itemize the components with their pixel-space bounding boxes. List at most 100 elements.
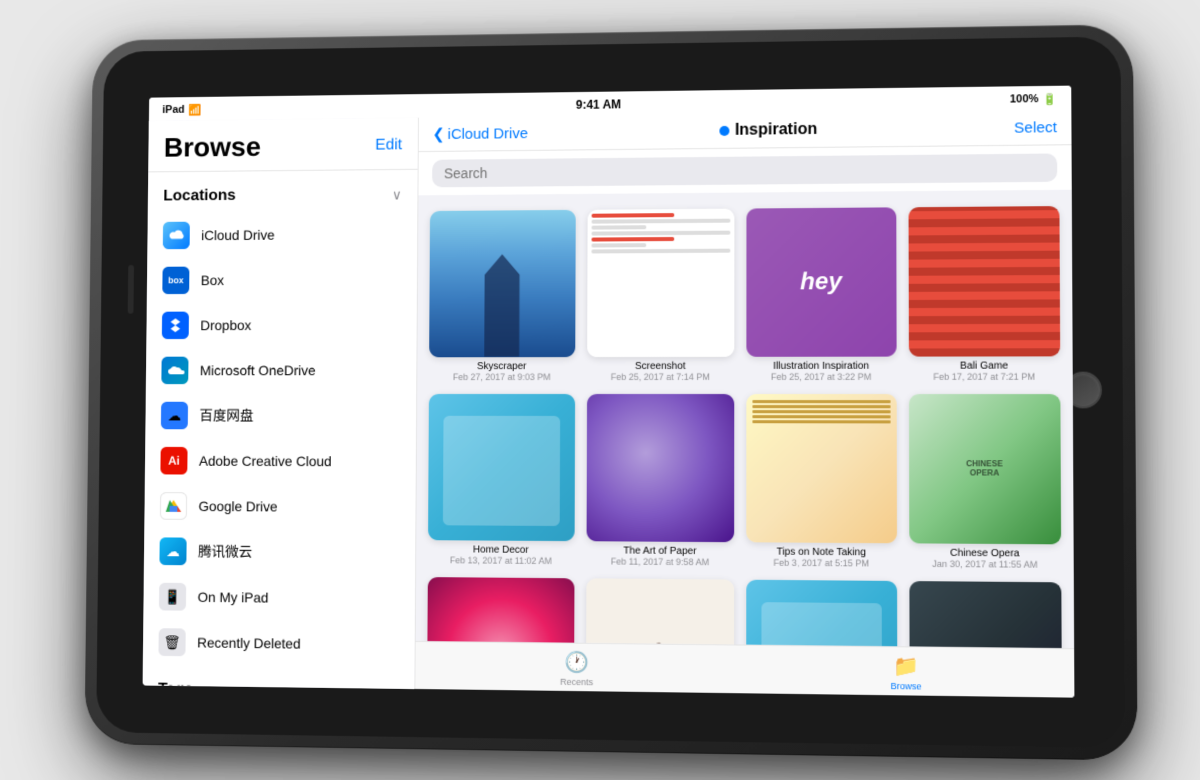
grid-item-home-decor[interactable]: Home Decor Feb 13, 2017 at 11:02 AM <box>428 393 575 566</box>
gdrive-icon <box>160 492 187 520</box>
wifi-icon: 📶 <box>188 103 201 116</box>
bali-thumb <box>908 206 1060 356</box>
opera-label: Chinese Opera <box>950 548 1020 560</box>
baidu-icon: ☁ <box>161 402 188 430</box>
search-input[interactable] <box>432 153 1057 187</box>
sidebar: Browse Edit Locations ∨ <box>143 118 419 689</box>
grid-item-park-sketch[interactable]: Park Sketch Jan 21, 2017 at 5:35 PM <box>585 578 734 648</box>
trash-label: Recently Deleted <box>197 635 301 652</box>
paper-thumb <box>586 393 734 542</box>
grid-item-skyscraper[interactable]: Skyscraper Feb 27, 2017 at 9:03 PM <box>429 210 575 382</box>
skyscraper-label: Skyscraper <box>477 361 526 372</box>
skyscraper-date: Feb 27, 2017 at 9:03 PM <box>453 372 551 382</box>
tab-browse[interactable]: 📁 Browse <box>740 652 1074 694</box>
jewelry-thumb <box>909 581 1062 648</box>
box-icon: box <box>162 267 189 294</box>
dropbox-icon <box>162 312 189 339</box>
tencent-label: 腾讯微云 <box>198 542 252 562</box>
sidebar-item-gdrive[interactable]: Google Drive <box>144 483 415 530</box>
icloud-icon <box>163 222 190 249</box>
illustration-date: Feb 25, 2017 at 3:22 PM <box>771 371 872 381</box>
bali-date: Feb 17, 2017 at 7:21 PM <box>933 371 1035 381</box>
opera-date: Jan 30, 2017 at 11:55 AM <box>932 559 1037 570</box>
browse-icon: 📁 <box>893 653 919 679</box>
sidebar-item-adobe[interactable]: Ai Adobe Creative Cloud <box>145 438 416 484</box>
scene: iPad 📶 9:41 AM 100% 🔋 Browse <box>50 20 1150 760</box>
sidebar-header: Browse Edit <box>148 118 418 173</box>
ipad-storage-icon: 📱 <box>159 583 186 611</box>
edit-button[interactable]: Edit <box>375 137 402 155</box>
onedrive-label: Microsoft OneDrive <box>200 362 316 378</box>
illustrations-thumb <box>746 580 897 648</box>
sidebar-item-trash[interactable]: 🗑 Recently Deleted <box>143 619 415 668</box>
tencent-icon: ☁ <box>159 537 186 565</box>
browse-title: Browse <box>164 131 261 163</box>
side-button[interactable] <box>128 265 134 314</box>
grid-item-pink-leaf[interactable]: Pink Leaf Jan 28, 2017 at 3:09 PM <box>427 577 574 648</box>
grid-item-illustrations[interactable]: Illustrations Jan 17, 2017 at 1:36 PM <box>746 580 897 648</box>
ipad-screen: iPad 📶 9:41 AM 100% 🔋 Browse <box>143 86 1075 698</box>
grid-item-jewelry[interactable]: Modern Jewelry Jan 14, 2017 at 9:02 AM <box>909 581 1062 648</box>
nav-back[interactable]: ❮ iCloud Drive <box>432 124 528 143</box>
illustration-label: Illustration Inspiration <box>773 360 869 371</box>
sidebar-item-dropbox[interactable]: Dropbox <box>146 302 416 348</box>
content-area: ❮ iCloud Drive Inspiration Select <box>415 110 1074 698</box>
tab-recents[interactable]: 🕐 Recents <box>415 648 740 689</box>
ipad-bezel: iPad 📶 9:41 AM 100% 🔋 Browse <box>96 36 1125 748</box>
opera-thumb: CHINESEOPERA <box>908 394 1061 545</box>
grid-item-screenshot[interactable]: Screenshot Feb 25, 2017 at 7:14 PM <box>587 209 735 382</box>
pink-leaf-thumb <box>427 577 574 648</box>
dropbox-label: Dropbox <box>200 317 251 333</box>
tags-title: Tags <box>158 681 193 689</box>
home-decor-date: Feb 13, 2017 at 11:02 AM <box>450 555 552 566</box>
tab-bar: 🕐 Recents 📁 Browse <box>415 641 1074 698</box>
recents-label: Recents <box>560 677 593 688</box>
battery-label: 100% <box>1010 93 1039 105</box>
battery-icon: 🔋 <box>1043 92 1057 105</box>
browse-label: Browse <box>891 681 922 692</box>
sidebar-item-icloud[interactable]: iCloud Drive <box>147 211 417 258</box>
notes-date: Feb 3, 2017 at 5:15 PM <box>773 558 869 569</box>
illustration-thumb: hey <box>746 207 896 356</box>
select-button[interactable]: Select <box>1014 119 1057 137</box>
screenshot-label: Screenshot <box>635 360 686 371</box>
nav-dot <box>720 126 730 136</box>
device-label: iPad <box>162 104 184 116</box>
grid-item-notes[interactable]: Tips on Note Taking Feb 3, 2017 at 5:15 … <box>746 394 896 569</box>
paper-date: Feb 11, 2017 at 9:58 AM <box>611 556 709 567</box>
tags-section-header: Tags <box>143 665 415 689</box>
locations-section-header: Locations ∨ <box>148 170 418 213</box>
skyscraper-thumb <box>429 210 575 357</box>
sidebar-item-onedrive[interactable]: Microsoft OneDrive <box>146 347 417 393</box>
baidu-label: 百度网盘 <box>199 406 253 426</box>
locations-title: Locations <box>163 187 236 205</box>
grid-item-paper[interactable]: The Art of Paper Feb 11, 2017 at 9:58 AM <box>586 393 734 567</box>
gdrive-label: Google Drive <box>198 498 277 514</box>
home-decor-label: Home Decor <box>473 544 529 555</box>
trash-icon: 🗑 <box>158 628 185 656</box>
file-grid: Skyscraper Feb 27, 2017 at 9:03 PM <box>422 202 1068 648</box>
app-layout: Browse Edit Locations ∨ <box>143 110 1075 698</box>
folder-title: Inspiration <box>735 121 817 140</box>
sidebar-item-box[interactable]: box Box <box>147 256 417 302</box>
notes-thumb <box>746 394 896 544</box>
sidebar-item-baidu[interactable]: ☁ 百度网盘 <box>145 393 416 439</box>
bali-label: Bali Game <box>960 360 1008 371</box>
sidebar-item-ipad[interactable]: 📱 On My iPad <box>143 574 415 622</box>
icloud-label: iCloud Drive <box>201 227 275 243</box>
home-decor-thumb <box>428 393 575 541</box>
grid-item-opera[interactable]: CHINESEOPERA Chinese Opera Jan 30, 2017 … <box>908 394 1061 570</box>
locations-chevron[interactable]: ∨ <box>392 186 402 203</box>
screenshot-date: Feb 25, 2017 at 7:14 PM <box>611 371 710 381</box>
grid-area[interactable]: Skyscraper Feb 27, 2017 at 9:03 PM <box>416 190 1075 648</box>
grid-item-illustration[interactable]: hey Illustration Inspiration Feb 25, 201… <box>746 207 896 381</box>
paper-label: The Art of Paper <box>623 545 696 557</box>
ipad-storage-label: On My iPad <box>198 589 269 606</box>
park-sketch-thumb <box>585 578 734 648</box>
status-time: 9:41 AM <box>576 97 621 111</box>
adobe-icon: Ai <box>160 447 187 475</box>
adobe-label: Adobe Creative Cloud <box>199 453 332 469</box>
grid-item-bali[interactable]: Bali Game Feb 17, 2017 at 7:21 PM <box>908 206 1060 381</box>
sidebar-item-tencent[interactable]: ☁ 腾讯微云 <box>144 528 415 576</box>
nav-title: Inspiration <box>720 121 817 140</box>
